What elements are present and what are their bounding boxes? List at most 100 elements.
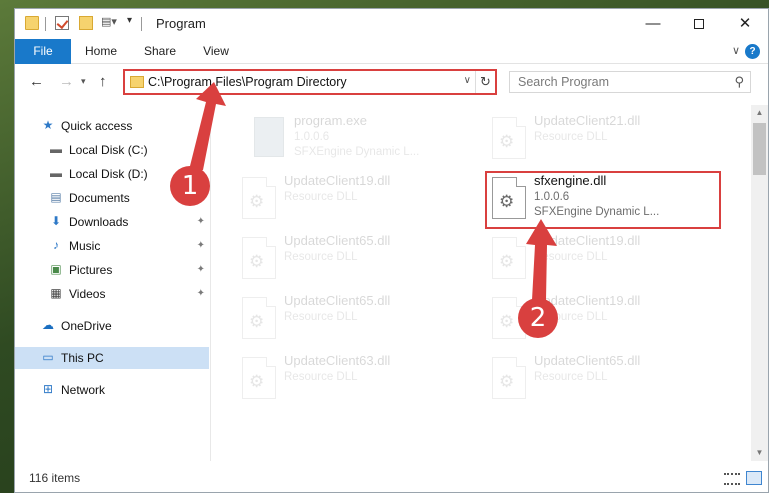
scroll-thumb[interactable] xyxy=(753,123,766,175)
drive-icon: ▬ xyxy=(50,166,62,180)
forward-button[interactable]: → xyxy=(59,73,74,90)
address-bar[interactable]: C:\Program Files\Program Directory ∨ ↻ xyxy=(123,69,497,95)
file-item[interactable]: ⚙ UpdateClient65.dll Resource DLL xyxy=(236,291,471,345)
sidebar-item-label: Local Disk (D:) xyxy=(69,167,148,181)
maximize-button[interactable] xyxy=(676,9,722,39)
sidebar-item-pictures[interactable]: ▣ Pictures ✦ xyxy=(15,259,209,281)
details-view-icon[interactable] xyxy=(724,473,740,485)
scroll-up-icon[interactable]: ▲ xyxy=(751,105,768,121)
pictures-icon: ▣ xyxy=(50,262,62,276)
sidebar-item-label: Network xyxy=(61,383,106,397)
address-path[interactable]: C:\Program Files\Program Directory xyxy=(148,75,347,89)
sidebar-item-label: Pictures xyxy=(69,263,113,277)
download-icon: ⬇ xyxy=(50,214,62,228)
tab-file[interactable]: File xyxy=(15,39,71,64)
sidebar-item-videos[interactable]: ▦ Videos ✦ xyxy=(15,283,209,305)
chevron-down-icon[interactable]: ∨ xyxy=(464,75,471,86)
file-type: Resource DLL xyxy=(284,311,358,323)
sidebar-item-local-disk-c[interactable]: ▬ Local Disk (C:) xyxy=(15,139,209,161)
file-item[interactable]: ⚙ UpdateClient19.dll Resource DLL xyxy=(236,171,471,225)
help-icon[interactable]: ? xyxy=(745,44,760,59)
sidebar-item-label: Music xyxy=(69,239,101,253)
back-button[interactable]: ← xyxy=(29,73,44,90)
file-name: UpdateClient65.dll xyxy=(284,293,391,308)
refresh-button[interactable]: ↻ xyxy=(475,71,495,93)
file-type: Resource DLL xyxy=(284,191,358,203)
file-name: program.exe xyxy=(294,113,367,128)
dll-file-icon: ⚙ xyxy=(492,237,526,279)
folder-icon[interactable] xyxy=(25,16,39,30)
file-description: SFXEngine Dynamic L... xyxy=(294,146,420,158)
toolbar-divider xyxy=(141,17,142,31)
music-icon: ♪ xyxy=(53,238,59,252)
file-item[interactable]: ⚙ UpdateClient65.dll Resource DLL xyxy=(486,351,721,405)
pin-icon[interactable]: ✦ xyxy=(197,283,205,305)
properties-icon[interactable] xyxy=(55,16,69,30)
file-item[interactable]: ⚙ UpdateClient21.dll Resource DLL xyxy=(486,111,721,165)
file-type: Resource DLL xyxy=(534,371,608,383)
sidebar-item-quick-access[interactable]: ★ Quick access xyxy=(15,115,209,137)
tiles-view-icon[interactable] xyxy=(746,471,762,485)
file-name: UpdateClient63.dll xyxy=(284,353,391,368)
sidebar-item-network[interactable]: ⊞ Network xyxy=(15,379,209,401)
star-icon: ★ xyxy=(42,118,54,132)
vertical-scrollbar[interactable]: ▲ ▼ xyxy=(751,105,768,461)
explorer-window: ▤▾ ▾ Program — ✕ File Home Share View ∨ … xyxy=(14,8,769,493)
file-item[interactable]: program.exe 1.0.0.6 SFXEngine Dynamic L.… xyxy=(246,111,481,165)
expand-ribbon-icon[interactable]: ∨ xyxy=(732,44,740,57)
dropdown-icon[interactable]: ▾ xyxy=(127,15,137,29)
file-version: 1.0.0.6 xyxy=(294,131,330,143)
item-count: 116 items xyxy=(29,471,81,485)
dll-file-icon: ⚙ xyxy=(242,177,276,219)
scroll-down-icon[interactable]: ▼ xyxy=(751,445,768,461)
search-input[interactable]: Search Program ⚲ xyxy=(509,71,751,93)
new-folder-icon[interactable] xyxy=(79,16,93,30)
up-button[interactable]: ↑ xyxy=(99,73,107,90)
dll-file-icon: ⚙ xyxy=(492,117,526,159)
sidebar-item-onedrive[interactable]: ☁ OneDrive xyxy=(15,315,209,337)
file-item[interactable]: ⚙ UpdateClient65.dll Resource DLL xyxy=(236,231,471,285)
minimize-button[interactable]: — xyxy=(630,9,676,39)
sidebar-item-label: OneDrive xyxy=(61,319,112,333)
file-name: UpdateClient19.dll xyxy=(534,233,641,248)
documents-icon: ▤ xyxy=(50,190,62,204)
file-name: UpdateClient21.dll xyxy=(534,113,641,128)
title-bar: ▤▾ ▾ Program — ✕ xyxy=(15,9,768,39)
toolbar-divider xyxy=(45,17,46,31)
file-name: UpdateClient65.dll xyxy=(534,353,641,368)
sidebar-item-downloads[interactable]: ⬇ Downloads ✦ xyxy=(15,211,209,233)
file-type: Resource DLL xyxy=(284,251,358,263)
search-icon[interactable]: ⚲ xyxy=(734,74,744,90)
file-name: UpdateClient65.dll xyxy=(284,233,391,248)
recent-locations-button[interactable]: ▾ xyxy=(81,76,86,87)
pin-icon[interactable]: ✦ xyxy=(197,235,205,257)
file-name: UpdateClient19.dll xyxy=(284,173,391,188)
sidebar-item-music[interactable]: ♪ Music ✦ xyxy=(15,235,209,257)
navigation-bar: ← → ▾ ↑ C:\Program Files\Program Directo… xyxy=(15,65,768,99)
tab-home[interactable]: Home xyxy=(81,39,121,64)
status-bar: 116 items xyxy=(15,464,768,492)
window-title: Program xyxy=(156,16,206,31)
view-icon[interactable]: ▤▾ xyxy=(101,15,121,29)
dll-file-icon: ⚙ xyxy=(242,357,276,399)
pin-icon[interactable]: ✦ xyxy=(197,259,205,281)
tab-view[interactable]: View xyxy=(199,39,233,64)
sidebar-item-label: Documents xyxy=(69,191,130,205)
network-icon: ⊞ xyxy=(42,382,54,396)
file-type: Resource DLL xyxy=(534,251,608,263)
pin-icon[interactable]: ✦ xyxy=(197,211,205,233)
step-marker-2: 2 xyxy=(518,298,558,338)
computer-icon: ▭ xyxy=(42,350,54,364)
sidebar-item-this-pc[interactable]: ▭ This PC xyxy=(15,347,209,369)
sidebar-item-label: Downloads xyxy=(69,215,129,229)
file-type: Resource DLL xyxy=(284,371,358,383)
ribbon: File Home Share View ∨ ? xyxy=(15,39,768,64)
file-item[interactable]: ⚙ UpdateClient19.dll Resource DLL xyxy=(486,231,721,285)
file-item[interactable]: ⚙ UpdateClient63.dll Resource DLL xyxy=(236,351,471,405)
tab-share[interactable]: Share xyxy=(139,39,181,64)
dll-file-icon: ⚙ xyxy=(242,297,276,339)
close-button[interactable]: ✕ xyxy=(722,9,768,39)
videos-icon: ▦ xyxy=(50,286,62,300)
sidebar-item-label: Local Disk (C:) xyxy=(69,143,148,157)
sidebar-item-label: This PC xyxy=(61,351,104,365)
